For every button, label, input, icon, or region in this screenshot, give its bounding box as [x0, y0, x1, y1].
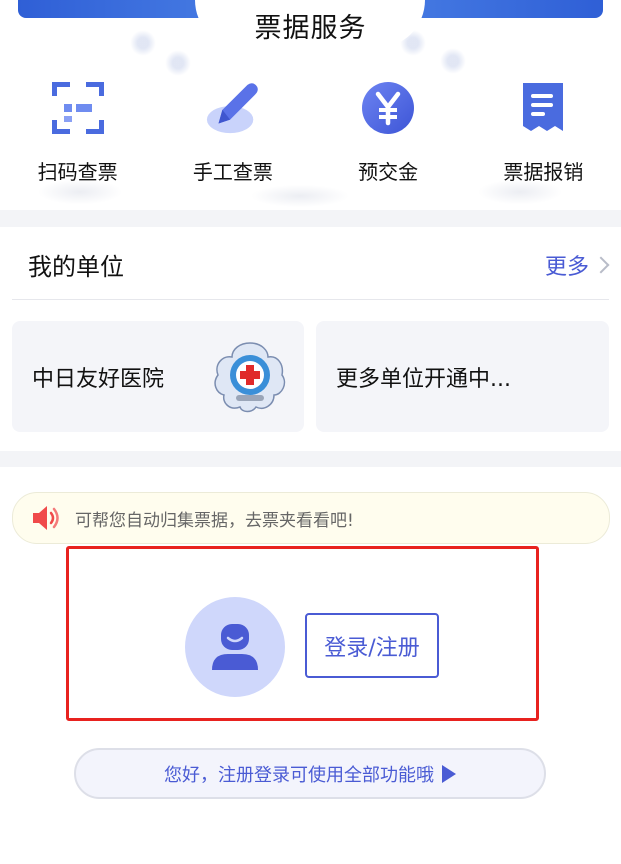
manual-query-button[interactable]: 手工查票	[155, 80, 310, 190]
decorative-flower-icon	[440, 48, 466, 74]
units-title: 我的单位	[28, 253, 124, 281]
login-highlight-box: 登录/注册	[66, 546, 539, 721]
speaker-icon	[31, 503, 61, 533]
divider	[12, 299, 609, 300]
service-label: 预交金	[358, 160, 419, 184]
user-avatar-icon	[185, 597, 285, 697]
service-label: 扫码查票	[37, 160, 118, 184]
unit-card-more[interactable]: 更多单位开通中...	[316, 321, 609, 432]
yuan-coin-icon	[360, 80, 416, 136]
section-divider	[0, 210, 621, 227]
login-register-button[interactable]: 登录/注册	[305, 613, 439, 678]
hospital-logo-icon	[212, 339, 288, 415]
service-grid: 扫码查票 手工查票 预交金 票据报销	[0, 80, 621, 190]
receipt-icon	[515, 80, 571, 136]
decorative-flower-icon	[165, 50, 191, 76]
section-title: 票据服务	[254, 13, 367, 44]
section-divider	[0, 451, 621, 467]
hint-text: 您好，注册登录可使用全部功能哦	[164, 764, 434, 786]
service-section: 票据服务 扫码查票 手工查票 预交金 票据报销	[0, 0, 621, 210]
units-header: 我的单位 更多	[0, 227, 621, 299]
more-label: 更多	[544, 255, 589, 280]
unit-name: 更多单位开通中...	[336, 367, 511, 392]
login-hint-bar[interactable]: 您好，注册登录可使用全部功能哦	[74, 748, 546, 799]
unit-name: 中日友好医院	[32, 367, 165, 392]
more-units-link[interactable]: 更多	[544, 249, 610, 281]
service-label: 手工查票	[192, 160, 273, 184]
scan-query-button[interactable]: 扫码查票	[0, 80, 155, 190]
play-arrow-icon	[442, 764, 456, 783]
prepayment-button[interactable]: 预交金	[311, 80, 466, 190]
notice-bar[interactable]: 可帮您自动归集票据，去票夹看看吧!	[12, 492, 610, 544]
service-label: 票据报销	[503, 160, 584, 184]
reimbursement-button[interactable]: 票据报销	[466, 80, 621, 190]
chevron-right-icon	[592, 256, 610, 274]
scan-qr-icon	[50, 80, 106, 136]
pen-edit-icon	[205, 80, 261, 136]
unit-card-hospital[interactable]: 中日友好医院	[12, 321, 304, 432]
notice-text: 可帮您自动归集票据，去票夹看看吧!	[75, 510, 354, 531]
